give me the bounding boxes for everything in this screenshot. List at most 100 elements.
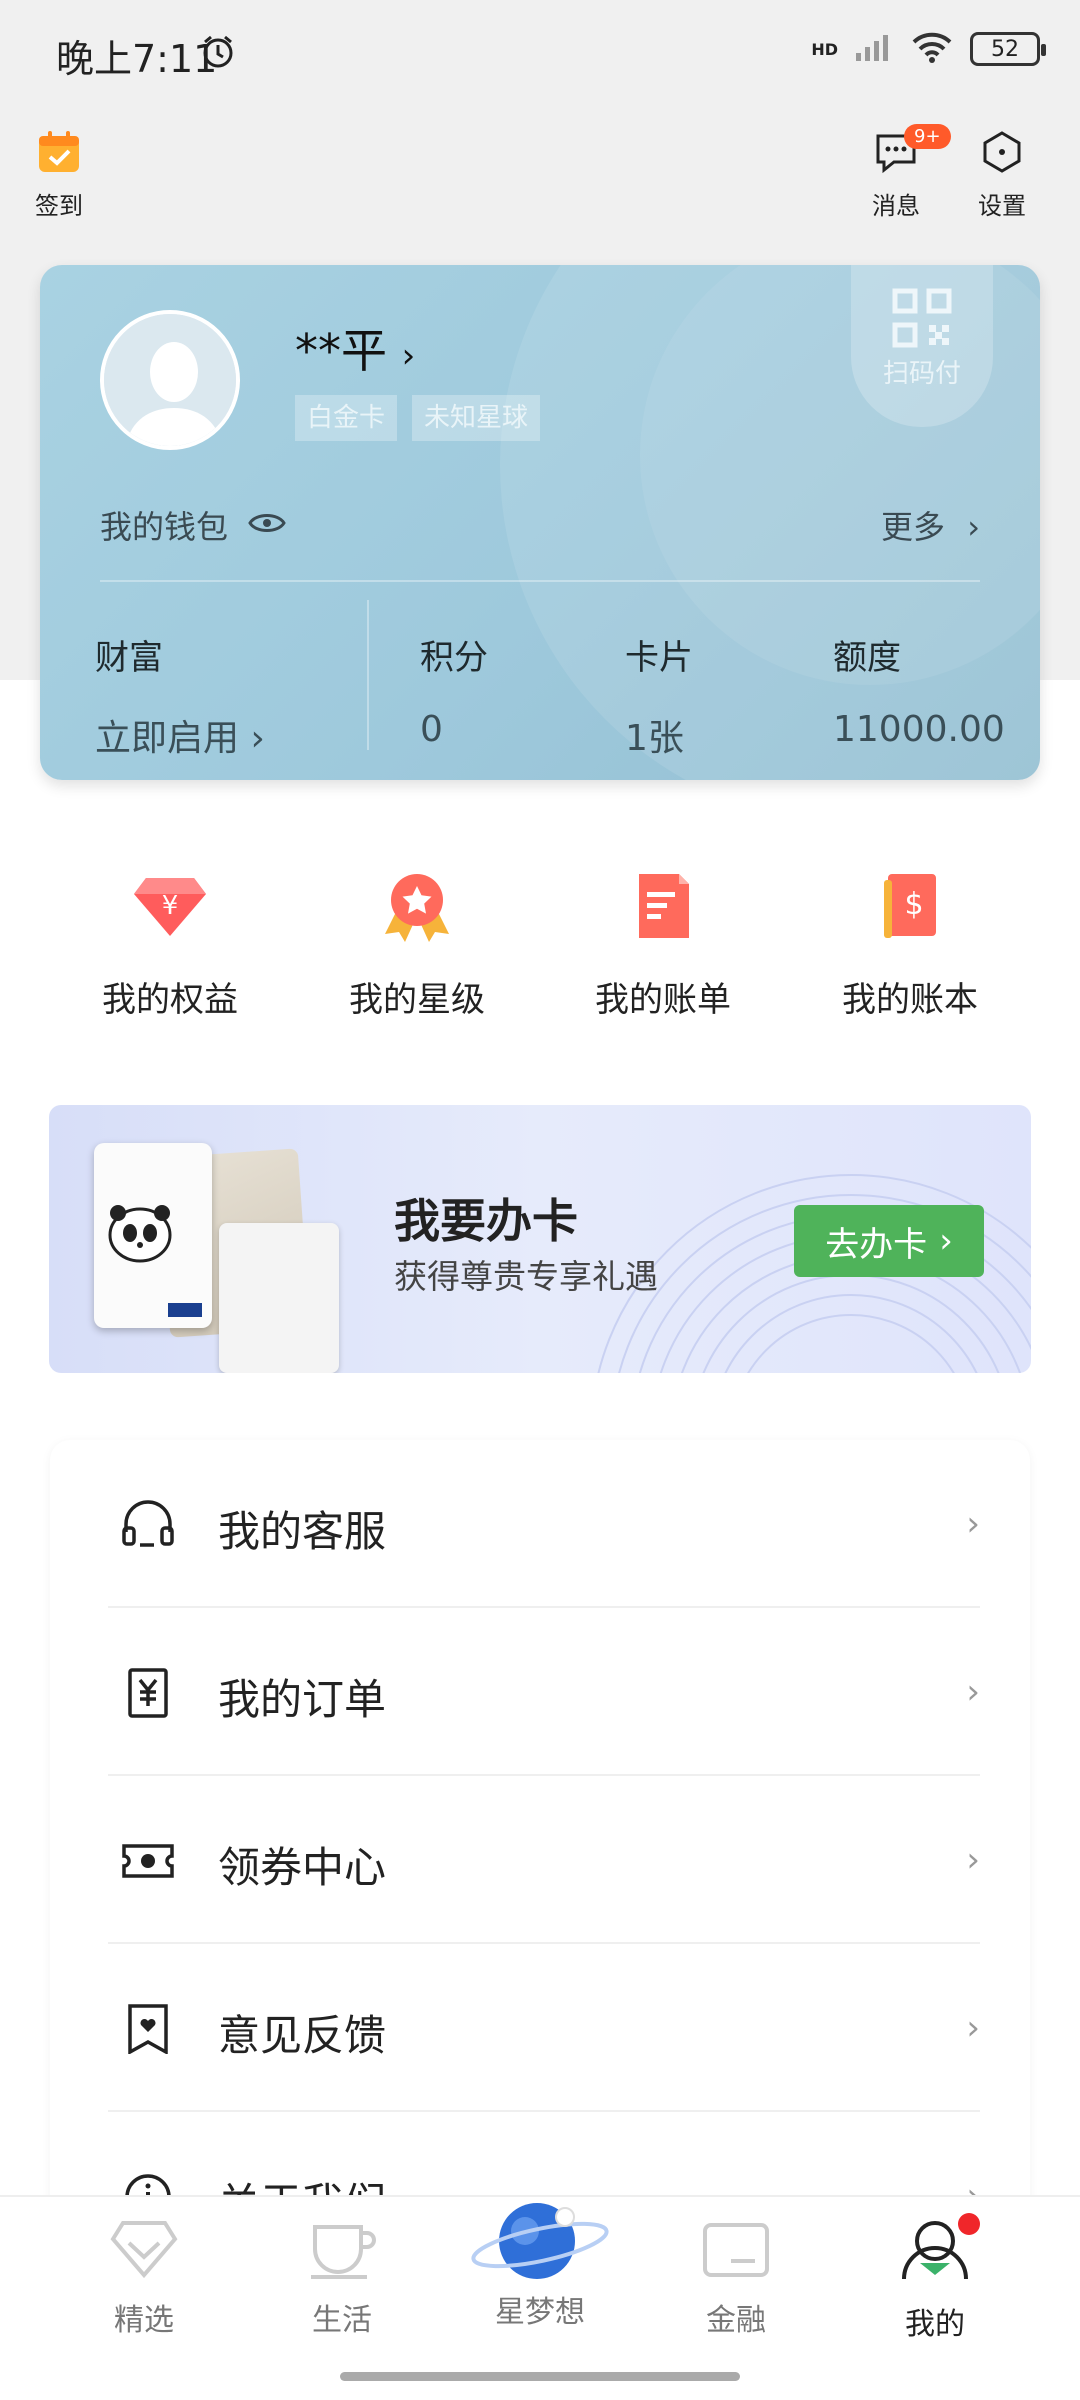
chevron-right-icon: ›: [966, 1672, 980, 1712]
credit-limit-value: 11000.00: [833, 709, 1005, 750]
feedback-icon: [120, 2004, 176, 2058]
username: **平: [295, 324, 387, 378]
messages-button[interactable]: 9+ 消息: [872, 124, 951, 221]
eye-icon[interactable]: [248, 506, 286, 544]
tab-star-dream[interactable]: 星梦想: [460, 2197, 620, 2331]
user-icon-wrap: [900, 2213, 980, 2285]
default-avatar-icon: [104, 314, 236, 446]
alarm-icon: [200, 34, 236, 74]
points-label: 积分: [420, 638, 488, 678]
wealth-enable-link[interactable]: 立即启用 ›: [95, 709, 265, 761]
star-medal-icon: [385, 874, 449, 942]
wallet-row: 我的钱包 更多 ›: [100, 502, 980, 548]
bills-label: 我的账单: [595, 980, 731, 1020]
bottom-tab-bar: 精选 生活 星梦想 金融 我的: [0, 2195, 1080, 2400]
card-divider: [100, 580, 980, 582]
apply-card-label: 去办卡: [825, 1224, 928, 1265]
wallet-label: 我的钱包: [100, 508, 229, 546]
username-link[interactable]: **平 ›: [295, 315, 415, 381]
credit-limit-label: 额度: [833, 638, 901, 678]
menu-label: 我的订单: [218, 1675, 387, 1724]
notification-dot: [958, 2213, 980, 2235]
svg-text:¥: ¥: [162, 891, 179, 921]
tab-featured[interactable]: 精选: [64, 2217, 224, 2339]
chevron-right-icon: ›: [967, 508, 980, 546]
headset-icon: [120, 1500, 176, 1554]
wealth-stat[interactable]: 财富 立即启用 ›: [95, 630, 265, 761]
messages-label: 消息: [872, 192, 920, 220]
tab-label: 精选: [114, 2303, 174, 2338]
tab-finance[interactable]: 金融: [656, 2217, 816, 2339]
tab-mine[interactable]: 我的: [855, 2213, 1015, 2343]
panda-card-image: [94, 1143, 212, 1328]
chevron-right-icon: ›: [966, 2008, 980, 2048]
benefits-label: 我的权益: [102, 980, 238, 1020]
message-icon: 9+: [872, 124, 951, 180]
chevron-right-icon: ›: [401, 336, 416, 376]
top-nav: 签到 9+ 消息 设置: [0, 120, 1080, 220]
planet-icon: [471, 2203, 609, 2279]
quick-actions: ¥ 我的权益 我的星级 我的账单 $ 我的账本: [0, 870, 1080, 1040]
signal-icon: [854, 31, 894, 67]
ticket-icon: [120, 1836, 176, 1890]
card-right-image: [219, 1223, 339, 1373]
menu-item-customer-service[interactable]: 我的客服 ›: [50, 1440, 1030, 1608]
wifi-icon: [910, 30, 954, 68]
points-stat[interactable]: 积分 0: [420, 630, 488, 750]
quick-action-star-level[interactable]: 我的星级: [307, 870, 527, 1021]
ledger-book-icon: $: [884, 874, 936, 938]
chevron-right-icon: ›: [966, 1504, 980, 1544]
home-indicator[interactable]: [340, 2372, 740, 2381]
avatar[interactable]: [100, 310, 240, 450]
banner-title: 我要办卡: [394, 1194, 578, 1248]
cards-label: 卡片: [625, 638, 693, 678]
bill-icon: [639, 874, 689, 938]
quick-action-ledger[interactable]: $ 我的账本: [800, 870, 1020, 1021]
svg-text:$: $: [904, 887, 923, 922]
more-label: 更多: [881, 508, 946, 546]
order-yuan-icon: [120, 1668, 176, 1722]
battery-indicator: 52: [970, 32, 1046, 66]
calendar-check-icon: [36, 130, 82, 180]
scan-pay-button[interactable]: 扫码付: [851, 265, 993, 427]
apply-card-button[interactable]: 去办卡 ›: [794, 1205, 984, 1277]
wealth-value: 立即启用: [95, 718, 240, 759]
status-time: 晚上7:11: [56, 37, 218, 81]
menu-item-feedback[interactable]: 意见反馈 ›: [50, 1944, 1030, 2112]
menu-label: 意见反馈: [218, 2011, 387, 2060]
status-bar: 晚上7:11 HD 52: [0, 0, 1080, 105]
settings-button[interactable]: 设置: [978, 130, 1026, 221]
menu-item-orders[interactable]: 我的订单 ›: [50, 1608, 1030, 1776]
tab-label: 我的: [905, 2307, 965, 2342]
tab-label: 金融: [706, 2303, 766, 2338]
diamond-yuan-icon: ¥: [134, 878, 206, 936]
card-level-tag: 白金卡: [295, 395, 398, 441]
planet-tag: 未知星球: [412, 395, 541, 441]
quick-action-benefits[interactable]: ¥ 我的权益: [60, 870, 280, 1021]
diamond-outline-icon: [110, 2221, 178, 2279]
settings-hexagon-icon: [980, 130, 1024, 180]
tab-life[interactable]: 生活: [262, 2217, 422, 2339]
scan-pay-label: 扫码付: [882, 359, 961, 389]
chevron-right-icon: ›: [966, 1840, 980, 1880]
service-menu: 我的客服 › 我的订单 › 领券中心 › 意见反馈 › 关于我们 ›: [50, 1440, 1030, 2228]
menu-label: 我的客服: [218, 1507, 387, 1556]
checkin-button[interactable]: 签到: [35, 130, 83, 221]
star-level-label: 我的星级: [349, 980, 485, 1020]
apply-card-banner[interactable]: 我要办卡 获得尊贵专享礼遇 去办卡 ›: [49, 1105, 1031, 1373]
menu-item-coupons[interactable]: 领券中心 ›: [50, 1776, 1030, 1944]
panda-icon: [108, 1205, 202, 1317]
ledger-label: 我的账本: [842, 980, 978, 1020]
cards-stat[interactable]: 卡片 1张: [625, 630, 693, 761]
tab-label: 星梦想: [495, 2295, 585, 2330]
card-icon: [703, 2223, 769, 2277]
credit-card-images: [94, 1143, 344, 1373]
more-button[interactable]: 更多 ›: [881, 502, 980, 548]
settings-label: 设置: [978, 192, 1026, 220]
points-value: 0: [420, 709, 443, 750]
checkin-label: 签到: [35, 192, 83, 220]
quick-action-bills[interactable]: 我的账单: [553, 870, 773, 1021]
credit-limit-stat[interactable]: 额度 11000.00: [833, 630, 1005, 750]
member-card[interactable]: **平 › 白金卡 未知星球 扫码付 我的钱包 更多 › 财富 立即启用 › 积…: [40, 265, 1040, 780]
banner-subtitle: 获得尊贵专享礼遇: [394, 1257, 658, 1296]
